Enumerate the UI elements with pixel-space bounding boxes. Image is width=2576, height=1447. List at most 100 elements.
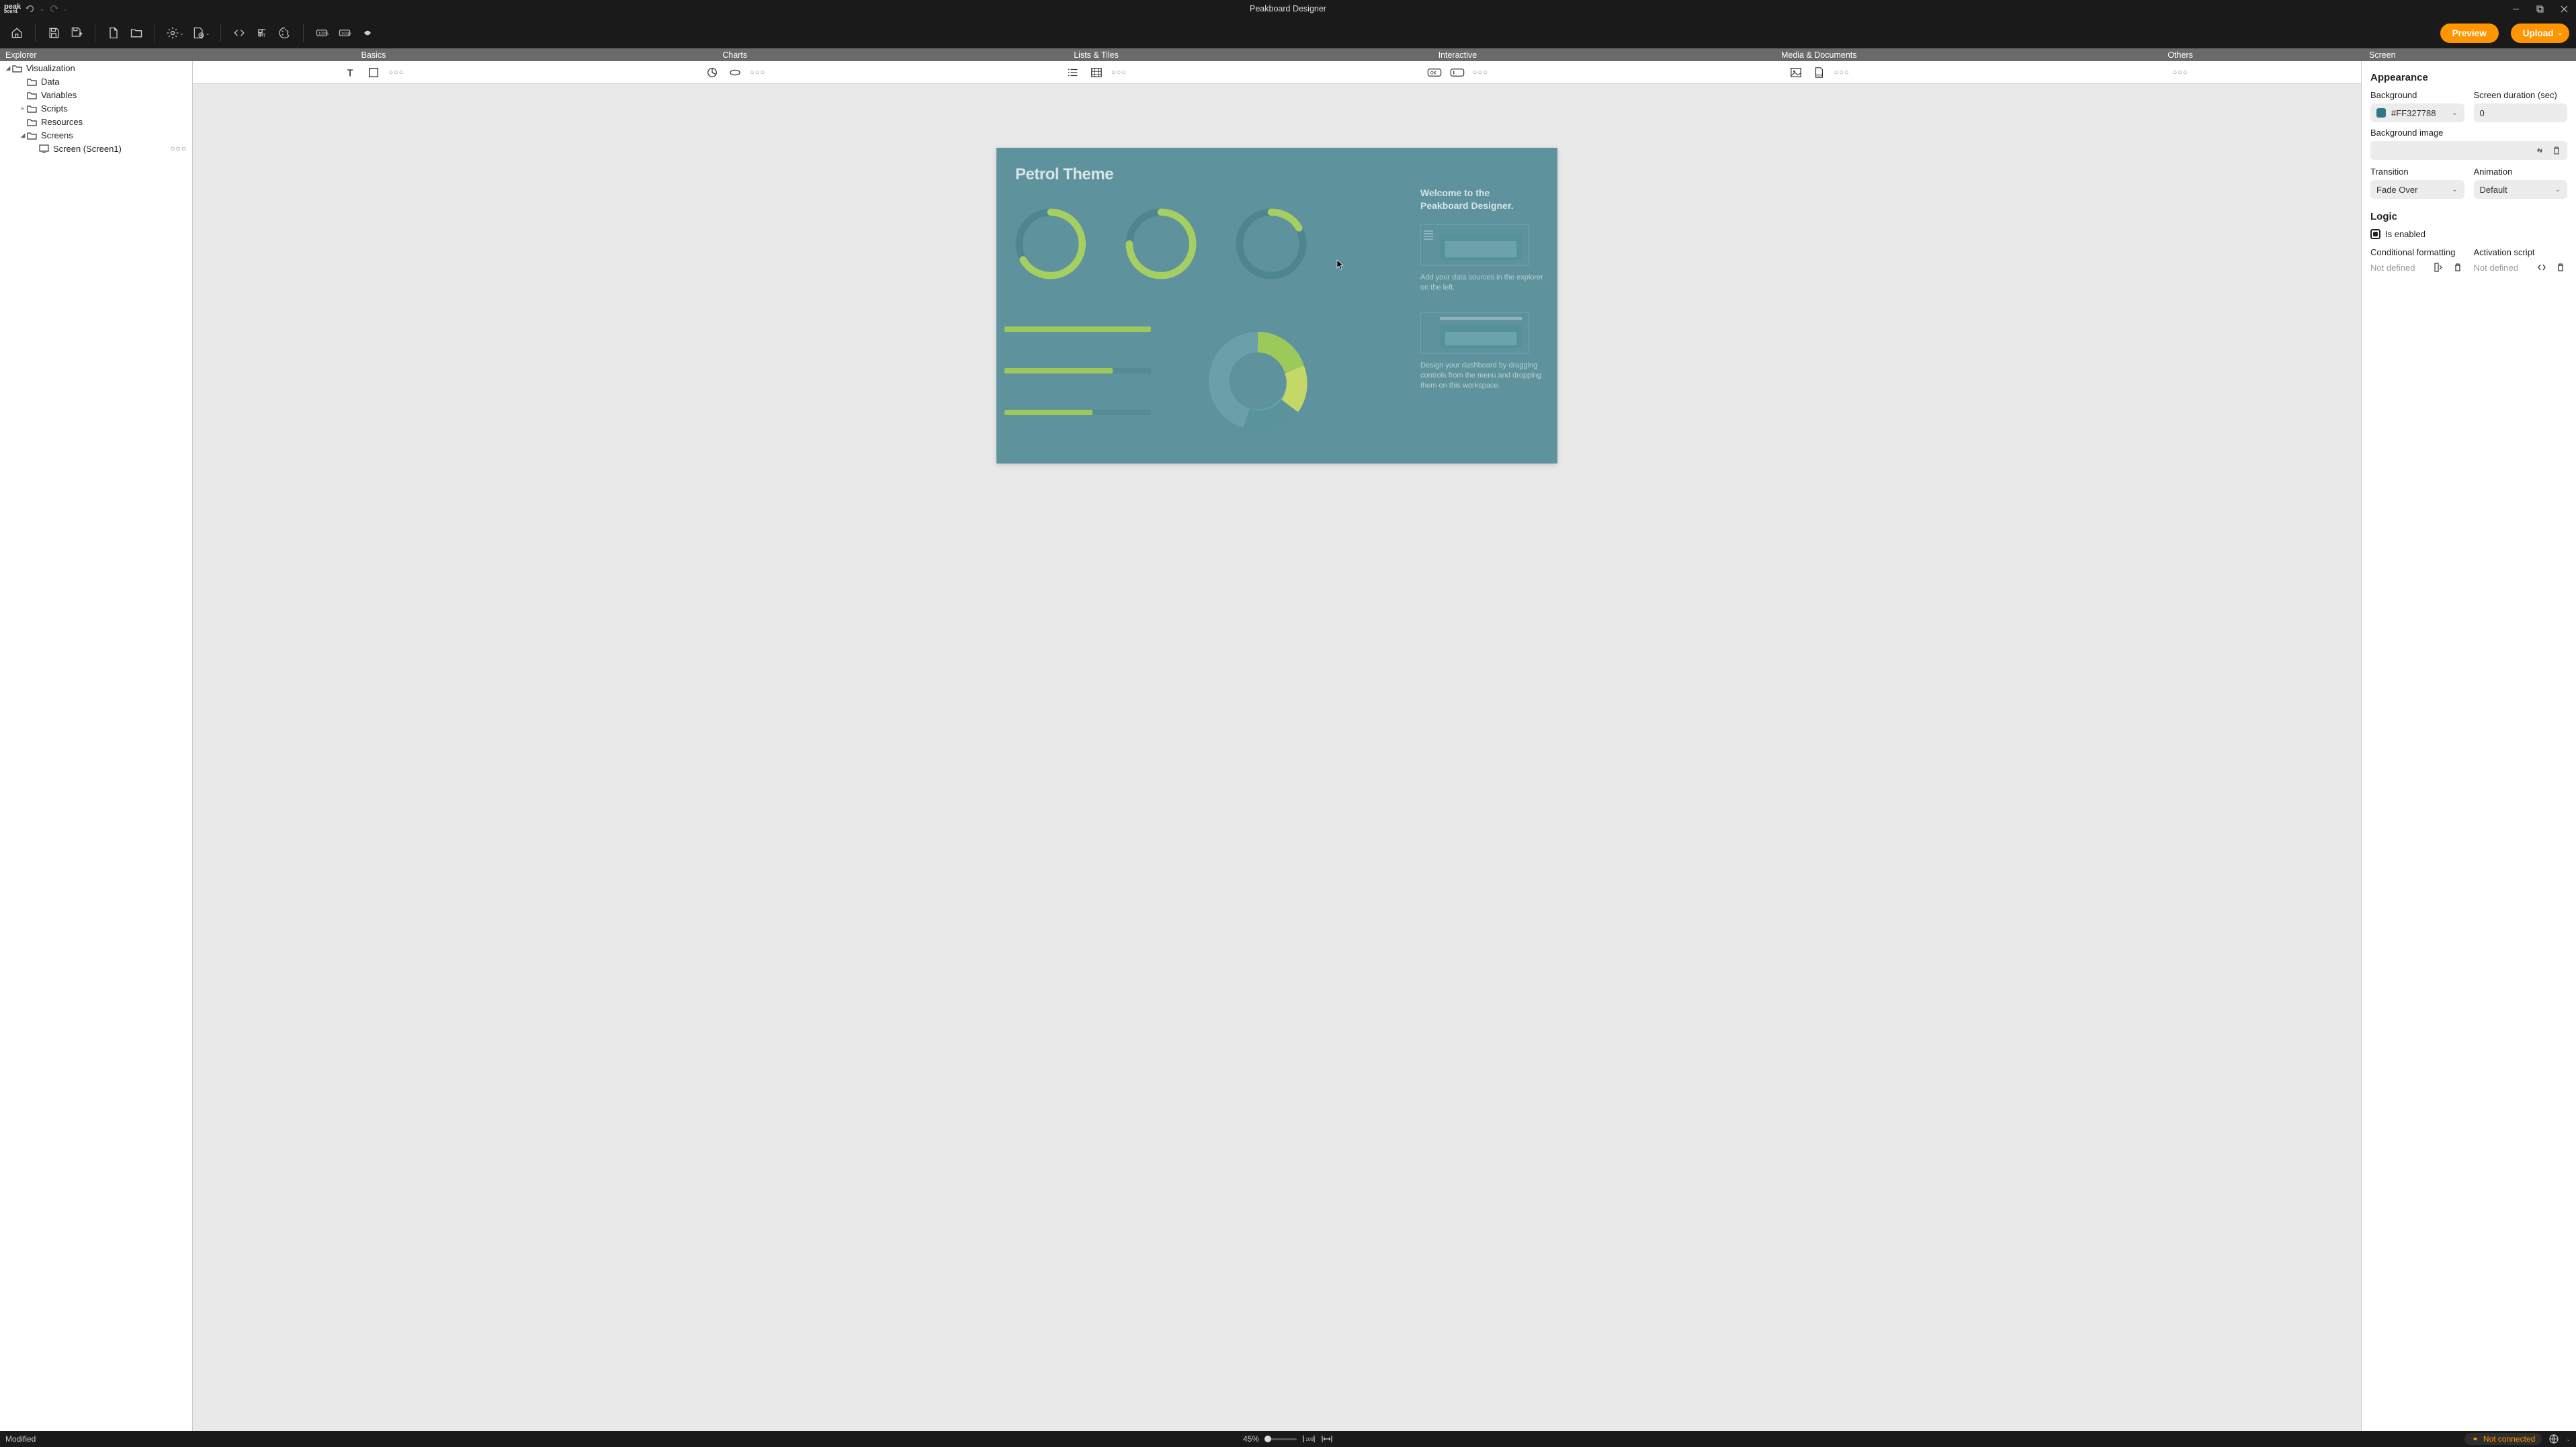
- tree-label: Screen (Screen1): [53, 144, 122, 154]
- zoom-slider[interactable]: [1264, 1438, 1297, 1440]
- transition-label: Transition: [2370, 167, 2464, 177]
- width-tool-button[interactable]: 100%: [312, 23, 332, 43]
- app-root: peak board. ⌄ ⌄ Peakboard Designer: [0, 0, 2576, 1447]
- table-control-icon[interactable]: [1089, 65, 1104, 80]
- list-control-icon[interactable]: [1066, 65, 1081, 80]
- undo-button[interactable]: [25, 3, 36, 14]
- palette-button[interactable]: [275, 23, 295, 43]
- preview-button[interactable]: Preview: [2440, 24, 2499, 43]
- lang-caret[interactable]: ⌄: [2566, 1436, 2571, 1442]
- category-lists[interactable]: Lists & Tiles: [916, 50, 1277, 60]
- maximize-button[interactable]: [2528, 0, 2552, 17]
- tree-visualization[interactable]: ◢ Visualization: [0, 61, 192, 75]
- window-controls: [2503, 0, 2576, 17]
- connection-status[interactable]: Not connected: [2464, 1433, 2542, 1445]
- pdf-control-icon[interactable]: PDF: [1811, 65, 1826, 80]
- delete-script-button[interactable]: [2554, 261, 2567, 274]
- checkbox-icon: [2370, 229, 2380, 239]
- home-button[interactable]: [7, 23, 27, 43]
- welcome-heading: Welcome to thePeakboard Designer.: [1420, 187, 1548, 212]
- edit-cond-fmt-button[interactable]: [2432, 261, 2446, 274]
- project-settings-button[interactable]: ⌄: [189, 23, 213, 43]
- upload-button[interactable]: Upload⌄: [2511, 24, 2569, 43]
- donut-chart: [1201, 324, 1315, 438]
- new-file-button[interactable]: [103, 23, 124, 43]
- tree-scripts[interactable]: ▸Scripts: [0, 101, 192, 115]
- category-others[interactable]: Others: [2000, 50, 2361, 60]
- chevron-down-icon: ⌄: [2555, 186, 2561, 193]
- design-canvas[interactable]: Petrol Theme: [996, 148, 1557, 464]
- more-interactive[interactable]: ○○○: [1473, 65, 1488, 80]
- globe-icon[interactable]: [2548, 1434, 2559, 1444]
- tree-data[interactable]: ▸Data: [0, 75, 192, 88]
- close-button[interactable]: [2552, 0, 2576, 17]
- ribbon-lists: ○○○: [916, 65, 1277, 80]
- minimize-button[interactable]: [2503, 0, 2528, 17]
- hub-button[interactable]: [357, 23, 378, 43]
- more-basics[interactable]: ○○○: [389, 65, 404, 80]
- more-others[interactable]: ○○○: [2173, 65, 2188, 80]
- height-tool-button[interactable]: 100px: [335, 23, 355, 43]
- link-icon[interactable]: [2534, 145, 2545, 156]
- input-control-icon[interactable]: [1450, 65, 1465, 80]
- background-dropdown[interactable]: #FF327788⌄: [2370, 103, 2464, 122]
- tree-screen1[interactable]: ▸Screen (Screen1)○○○: [0, 142, 192, 155]
- bg-image-input[interactable]: [2370, 141, 2567, 160]
- canvas-viewport[interactable]: Petrol Theme: [193, 84, 2361, 1431]
- explorer-header: Explorer: [0, 48, 193, 61]
- edit-script-button[interactable]: [2535, 261, 2548, 274]
- hint-2: Design your dashboard by dragging contro…: [1420, 361, 1548, 392]
- text-control-icon[interactable]: T: [343, 65, 358, 80]
- fit-width-icon[interactable]: [1321, 1434, 1333, 1444]
- delete-cond-fmt-button[interactable]: [2451, 261, 2464, 274]
- more-charts[interactable]: ○○○: [750, 65, 765, 80]
- rect-control-icon[interactable]: [366, 65, 381, 80]
- titlebar: peak board. ⌄ ⌄ Peakboard Designer: [0, 0, 2576, 17]
- undo-caret[interactable]: ⌄: [40, 6, 44, 12]
- connection-label: Not connected: [2483, 1434, 2535, 1444]
- font-button[interactable]: TT: [252, 23, 272, 43]
- open-folder-button[interactable]: [126, 23, 146, 43]
- category-interactive[interactable]: Interactive: [1277, 50, 1639, 60]
- is-enabled-checkbox[interactable]: Is enabled: [2370, 229, 2567, 239]
- save-button[interactable]: [44, 23, 64, 43]
- script-button[interactable]: [229, 23, 249, 43]
- pie-control-icon[interactable]: [705, 65, 720, 80]
- properties-panel: Appearance Background #FF327788⌄ Screen …: [2361, 61, 2576, 1431]
- gauge-2: [1121, 204, 1201, 283]
- tree-variables[interactable]: ▸Variables: [0, 88, 192, 101]
- gauge-control-icon[interactable]: [728, 65, 742, 80]
- control-ribbon: T ○○○ ○○○ ○○○ OK ○○○: [193, 61, 2361, 84]
- hint-1: Add your data sources in the explorer on…: [1420, 273, 1548, 294]
- tree-screens[interactable]: ◢Screens: [0, 128, 192, 142]
- image-control-icon[interactable]: [1789, 65, 1803, 80]
- category-media[interactable]: Media & Documents: [1638, 50, 2000, 60]
- category-charts[interactable]: Charts: [554, 50, 916, 60]
- ribbon-basics: T ○○○: [193, 65, 554, 80]
- zoom-controls: 45% 100: [1243, 1434, 1333, 1444]
- settings-button[interactable]: ⌄: [163, 23, 187, 43]
- trash-icon[interactable]: [2552, 146, 2561, 155]
- transition-dropdown[interactable]: Fade Over⌄: [2370, 180, 2464, 199]
- svg-text:PDF: PDF: [1817, 73, 1823, 77]
- tree-label: Resources: [41, 117, 83, 127]
- item-menu[interactable]: ○○○: [170, 144, 187, 153]
- more-media[interactable]: ○○○: [1834, 65, 1849, 80]
- svg-text:100: 100: [1305, 1438, 1314, 1442]
- window-title: Peakboard Designer: [1250, 4, 1326, 13]
- gauge-1: [1011, 204, 1090, 283]
- thumb-explorer: [1420, 224, 1529, 266]
- button-control-icon[interactable]: OK: [1427, 65, 1442, 80]
- redo-button[interactable]: [48, 3, 59, 14]
- animation-dropdown[interactable]: Default⌄: [2474, 180, 2568, 199]
- categories-header: Basics Charts Lists & Tiles Interactive …: [193, 48, 2361, 61]
- more-lists[interactable]: ○○○: [1112, 65, 1127, 80]
- cond-fmt-value: Not defined: [2370, 263, 2427, 273]
- duration-input[interactable]: 0: [2474, 103, 2568, 122]
- save-as-button[interactable]: [67, 23, 87, 43]
- category-basics[interactable]: Basics: [193, 50, 554, 60]
- ribbon-others: ○○○: [2000, 65, 2361, 80]
- section-headers: Explorer Basics Charts Lists & Tiles Int…: [0, 48, 2576, 61]
- tree-resources[interactable]: ▸Resources: [0, 115, 192, 128]
- fit-100-icon[interactable]: 100: [1302, 1434, 1316, 1444]
